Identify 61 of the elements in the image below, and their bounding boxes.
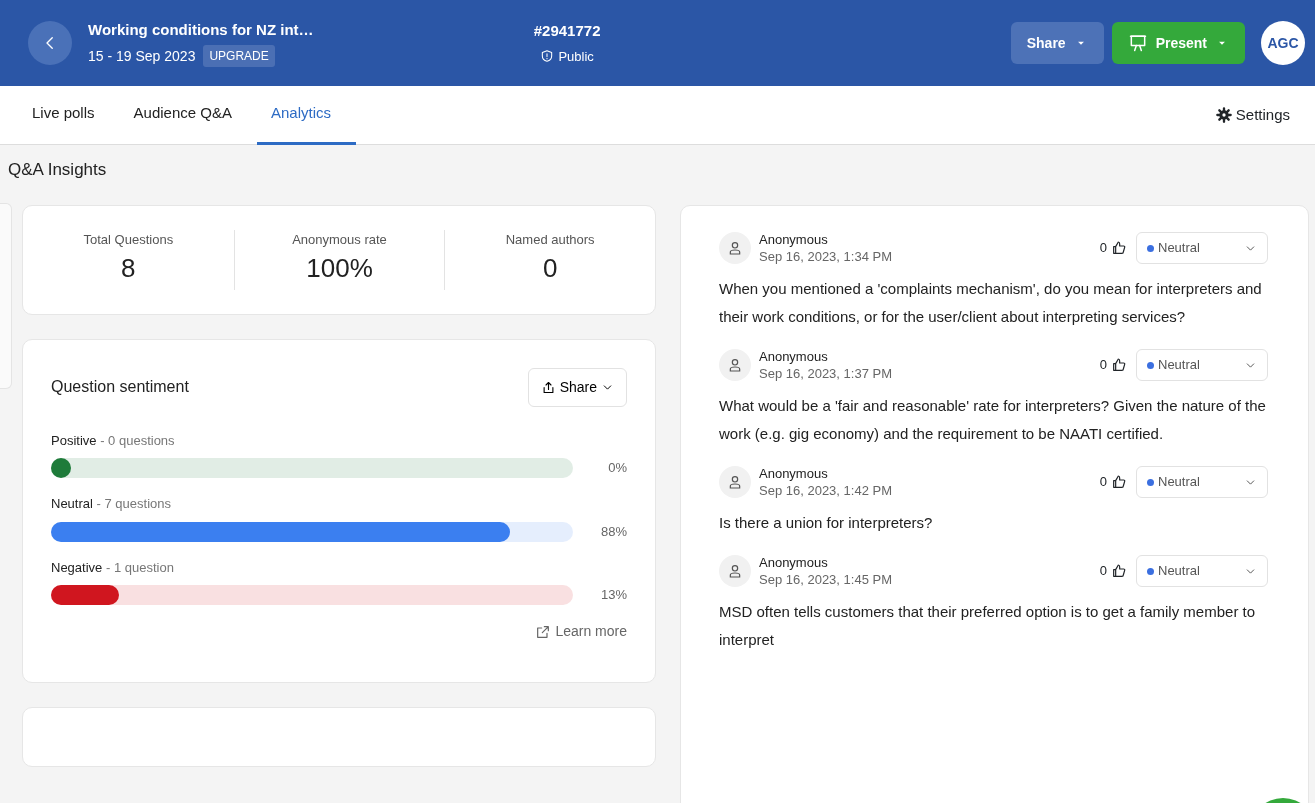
sentiment-dropdown[interactable]: Neutral bbox=[1136, 555, 1268, 587]
stat-label: Anonymous rate bbox=[291, 230, 388, 249]
back-button[interactable] bbox=[28, 21, 72, 65]
author-name: Anonymous bbox=[759, 553, 829, 572]
share-button[interactable]: Share bbox=[1010, 22, 1104, 64]
question-text: Is there a union for interpreters? bbox=[719, 512, 934, 533]
event-dates: 15 - 19 Sep 2023 bbox=[88, 46, 196, 66]
question-time: Sep 16, 2023, 1:37 PM bbox=[759, 365, 893, 383]
page-title: Q&A Insights bbox=[8, 159, 108, 181]
percent-value: 13% bbox=[599, 586, 627, 605]
share-button[interactable]: Share bbox=[527, 367, 627, 407]
tab[interactable]: Audience Q&A bbox=[119, 85, 257, 145]
stat-label: Named authors bbox=[504, 230, 596, 249]
sentiment-label: Negative - 1 question bbox=[51, 558, 175, 577]
like-button[interactable]: 0 bbox=[1098, 471, 1128, 493]
shield-icon bbox=[540, 49, 555, 64]
external-link-icon bbox=[535, 623, 552, 640]
author-name: Anonymous bbox=[759, 464, 829, 483]
question-text: MSD often tells customers that their preferred option is to get a family member to interpret bbox=[719, 601, 1257, 650]
question-text: When you mentioned a 'complaints mechanism', do you mean for interpreters and their work conditions, or for the user/client about interpreting services? bbox=[719, 278, 1263, 327]
stat-label: Total Questions bbox=[82, 230, 175, 249]
question-time: Sep 16, 2023, 1:42 PM bbox=[759, 482, 893, 500]
thumbs-up-icon bbox=[1111, 474, 1127, 490]
thumbs-up-icon bbox=[1111, 563, 1127, 579]
stat-value: 0 bbox=[541, 252, 559, 285]
thumbs-up-icon bbox=[1111, 240, 1127, 256]
question-time: Sep 16, 2023, 1:34 PM bbox=[759, 248, 893, 266]
upgrade-badge[interactable]: UPGRADE bbox=[203, 45, 275, 68]
like-button[interactable]: 0 bbox=[1098, 354, 1128, 376]
visibility-label: Public bbox=[558, 47, 594, 66]
user-icon bbox=[719, 232, 751, 264]
author-name: Anonymous bbox=[759, 230, 829, 249]
user-icon bbox=[719, 555, 751, 587]
user-icon bbox=[719, 466, 751, 498]
question-text: What would be a 'fair and reasonable' rate for interpreters? Given the nature of the work (e.g. gig economy) and the requirement to be NAATI certified. bbox=[719, 395, 1267, 444]
tab[interactable]: Live polls bbox=[18, 85, 120, 145]
tab[interactable]: Analytics bbox=[256, 85, 356, 145]
event-code: #2941772 bbox=[533, 21, 601, 41]
easel-icon bbox=[1127, 33, 1148, 53]
user-avatar[interactable]: AGC bbox=[1261, 21, 1305, 65]
sentiment-dropdown[interactable]: Neutral bbox=[1136, 349, 1268, 381]
learn-more-link[interactable]: Learn more bbox=[535, 621, 627, 642]
like-button[interactable]: 0 bbox=[1098, 237, 1128, 259]
thumbs-up-icon bbox=[1111, 357, 1127, 373]
settings-icon bbox=[1215, 107, 1232, 123]
user-icon bbox=[719, 349, 751, 381]
upload-icon bbox=[540, 379, 556, 395]
sentiment-label: Neutral - 7 questions bbox=[51, 495, 172, 513]
author-name: Anonymous bbox=[759, 347, 829, 366]
card-title: Question sentiment bbox=[51, 377, 189, 397]
percent-value: 88% bbox=[599, 522, 627, 541]
stat-value: 8 bbox=[120, 252, 137, 285]
sentiment-dropdown[interactable]: Neutral bbox=[1136, 232, 1268, 264]
stat-value: 100% bbox=[305, 252, 374, 285]
sentiment-dropdown[interactable]: Neutral bbox=[1136, 466, 1268, 498]
settings-button[interactable]: Settings bbox=[1214, 102, 1291, 128]
like-button[interactable]: 0 bbox=[1098, 560, 1128, 582]
question-time: Sep 16, 2023, 1:45 PM bbox=[759, 571, 893, 589]
event-title: Working conditions for NZ int… bbox=[88, 19, 314, 40]
sentiment-label: Positive - 0 questions bbox=[51, 431, 176, 450]
percent-value: 0% bbox=[607, 459, 627, 478]
